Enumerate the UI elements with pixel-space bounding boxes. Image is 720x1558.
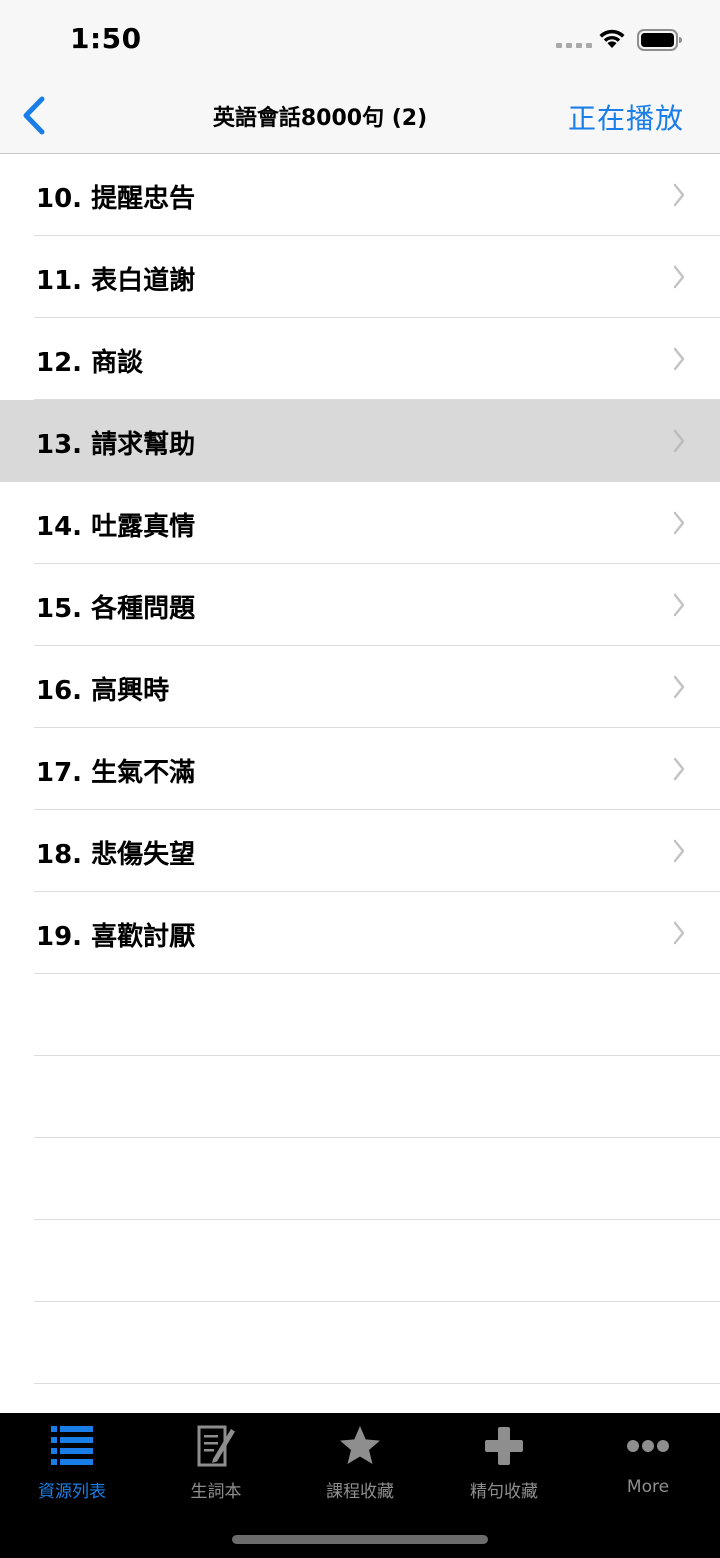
list-item[interactable]: 16. 高興時 — [0, 646, 720, 728]
list-item[interactable]: 15. 各種問題 — [0, 564, 720, 646]
list-item[interactable]: 11. 表白道謝 — [0, 236, 720, 318]
more-dots-icon — [627, 1440, 669, 1452]
page-title: 英語會話8000句 (2) — [212, 106, 428, 131]
chevron-right-icon — [673, 265, 685, 289]
list-item[interactable]: 13. 請求幫助 — [0, 400, 720, 482]
status-time: 1:50 — [70, 22, 142, 55]
tab-label: 精句收藏 — [470, 1482, 538, 1502]
empty-row-separator — [0, 974, 720, 1056]
list-item-label: 16. 高興時 — [36, 676, 170, 706]
list-item[interactable]: 19. 喜歡討厭 — [0, 892, 720, 974]
list-item-label: 14. 吐露真情 — [36, 512, 196, 542]
now-playing-button[interactable]: 正在播放 — [568, 97, 684, 137]
cellular-signal-icon — [556, 43, 592, 48]
list-item-label: 13. 請求幫助 — [36, 430, 196, 460]
list-item[interactable]: 17. 生氣不滿 — [0, 728, 720, 810]
list-item-label: 15. 各種問題 — [36, 594, 196, 624]
list-item-label: 10. 提醒忠告 — [36, 184, 196, 214]
list-item-label: 19. 喜歡討厭 — [36, 922, 196, 952]
empty-row-separator — [0, 1220, 720, 1302]
home-indicator — [232, 1535, 488, 1544]
tab-resource-list[interactable]: 資源列表 — [0, 1413, 144, 1513]
empty-row-separator — [0, 1384, 720, 1413]
tab-label: More — [626, 1477, 670, 1497]
battery-icon — [637, 29, 682, 51]
list-icon — [51, 1426, 93, 1465]
notebook-pen-icon — [197, 1425, 235, 1467]
tab-vocabulary-book[interactable]: 生詞本 — [144, 1413, 288, 1513]
empty-row-separator — [0, 1056, 720, 1138]
chevron-right-icon — [673, 511, 685, 535]
tab-label: 生詞本 — [190, 1482, 242, 1502]
navigation-bar: 英語會話8000句 (2) 正在播放 — [0, 78, 720, 154]
chevron-right-icon — [673, 839, 685, 863]
back-button[interactable] — [16, 94, 56, 138]
chevron-right-icon — [673, 593, 685, 617]
star-icon — [340, 1426, 380, 1464]
chevron-right-icon — [673, 183, 685, 207]
tab-label: 資源列表 — [38, 1482, 106, 1502]
list-item[interactable]: 14. 吐露真情 — [0, 482, 720, 564]
list-item[interactable]: 12. 商談 — [0, 318, 720, 400]
tab-sentence-favorites[interactable]: 精句收藏 — [432, 1413, 576, 1513]
chevron-left-icon — [23, 96, 45, 135]
list-item-label: 17. 生氣不滿 — [36, 758, 196, 788]
lesson-list: 10. 提醒忠告 11. 表白道謝 12. 商談 13. 請求幫助 14. 吐露真情 15… — [0, 154, 720, 1413]
empty-row-separator — [0, 1302, 720, 1384]
chevron-right-icon — [673, 347, 685, 371]
tab-label: 課程收藏 — [326, 1482, 394, 1502]
list-item[interactable]: 18. 悲傷失望 — [0, 810, 720, 892]
wifi-icon — [599, 29, 625, 48]
status-bar: 1:50 — [0, 0, 720, 78]
list-item-label: 18. 悲傷失望 — [36, 840, 196, 870]
chevron-right-icon — [673, 921, 685, 945]
list-item[interactable]: 10. 提醒忠告 — [0, 154, 720, 236]
empty-row-separator — [0, 1138, 720, 1220]
plus-icon — [485, 1427, 523, 1465]
list-item-label: 11. 表白道謝 — [36, 266, 196, 296]
chevron-right-icon — [673, 429, 685, 453]
list-item-label: 12. 商談 — [36, 348, 144, 378]
chevron-right-icon — [673, 675, 685, 699]
tab-more[interactable]: More — [576, 1413, 720, 1513]
chevron-right-icon — [673, 757, 685, 781]
tab-course-favorites[interactable]: 課程收藏 — [288, 1413, 432, 1513]
